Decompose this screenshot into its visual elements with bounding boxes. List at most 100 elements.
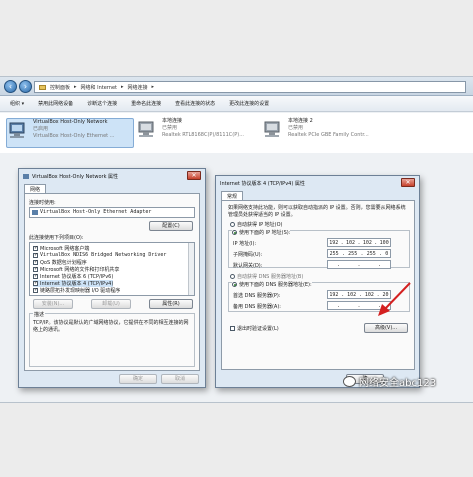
watermark: 网络安全abc123 [343, 374, 436, 389]
auto-ip-label: 自动获得 IP 地址(O) [237, 222, 283, 228]
description-title: 描述 [33, 311, 46, 318]
checkbox[interactable]: ✓ [33, 252, 38, 258]
disable-device-button[interactable]: 禁用此网络设备 [38, 100, 73, 107]
checkbox[interactable]: ✓ [33, 246, 38, 251]
dialog-title: Internet 协议版本 4 (TCP/IPv4) 属性 [220, 180, 305, 187]
preferred-dns-label: 首选 DNS 服务器(P): [233, 293, 281, 299]
octet: 255 [366, 250, 376, 257]
checkbox[interactable]: ✓ [33, 267, 38, 272]
octet: 102 [347, 291, 357, 298]
checkbox[interactable]: ✓ [33, 260, 38, 265]
wechat-icon [343, 376, 356, 387]
auto-dns-option[interactable]: 自动获得 DNS 服务器地址(B) [230, 273, 303, 280]
breadcrumb-control-panel[interactable]: 控制面板 [50, 84, 70, 91]
command-bar: 组织 ▾ 禁用此网络设备 诊断这个连接 重命名此连接 查看此连接的状态 更改此连… [0, 96, 473, 112]
connection-name: VirtualBox Host-Only Network [33, 119, 108, 125]
list-item[interactable]: ✓ 链路层拓扑发现映射器 I/O 驱动程序 [33, 287, 120, 294]
radio-button-selected[interactable] [232, 282, 237, 287]
change-settings-button[interactable]: 更改此连接的设置 [229, 100, 269, 107]
list-item[interactable]: ✓ Microsoft 网络的文件和打印机共享 [33, 266, 119, 273]
item-label: Microsoft 网络的文件和打印机共享 [40, 267, 120, 273]
octet: 100 [379, 239, 389, 246]
connections-list: VirtualBox Host-Only Network 已启用 Virtual… [0, 113, 473, 153]
octet: 192 [329, 291, 339, 298]
validate-label: 退出时验证设置(L) [237, 326, 279, 332]
list-scrollbar[interactable] [188, 243, 194, 295]
octet: 102 [362, 239, 372, 246]
connection-device: VirtualBox Host-Only Ethernet ... [33, 133, 115, 139]
connection-status: 已禁用 [288, 125, 304, 131]
list-item[interactable]: ✓ Microsoft 网络客户端 [33, 245, 89, 252]
folder-icon [39, 84, 46, 90]
address-field[interactable]: 控制面板 ▸ 网络和 Internet ▸ 网络连接 ▸ [34, 81, 466, 93]
item-label: VirtualBox NDIS6 Bridged Networking Driv… [40, 252, 167, 258]
properties-button[interactable]: 属性(R) [149, 299, 193, 309]
auto-dns-label: 自动获得 DNS 服务器地址(B) [237, 274, 304, 280]
connection-local-2[interactable]: 本地连接 2 已禁用 Realtek PCIe GBE Family Contr… [262, 118, 402, 148]
network-adapter-icon [9, 122, 25, 138]
octet: 255 [329, 250, 339, 257]
connection-virtualbox[interactable]: VirtualBox Host-Only Network 已启用 Virtual… [6, 118, 134, 148]
checkbox[interactable] [230, 326, 235, 331]
alternate-dns-label: 备用 DNS 服务器(A): [233, 304, 281, 310]
adapter-icon [32, 210, 38, 215]
rename-button[interactable]: 重命名此连接 [131, 100, 161, 107]
watermark-text: 网络安全abc123 [359, 378, 437, 389]
radio-button-selected[interactable] [232, 230, 237, 235]
subnet-mask-field[interactable]: 255. 255. 255. 0 [327, 249, 391, 258]
item-label: 链路层拓扑发现映射器 I/O 驱动程序 [40, 288, 121, 294]
gateway-field[interactable]: ... [327, 260, 391, 269]
configure-button[interactable]: 配置(C) [149, 221, 193, 231]
ok-button[interactable]: 确定 [119, 374, 157, 384]
radio-button[interactable] [230, 274, 235, 279]
manual-ip-label: 使用下面的 IP 地址(S): [239, 230, 291, 236]
network-tab-pane: 连接时使用: VirtualBox Host-Only Ethernet Ada… [24, 193, 200, 371]
breadcrumb-separator: ▸ [151, 84, 155, 90]
ip-address-field[interactable]: 192. 102. 102. 100 [327, 238, 391, 247]
adapter-name: VirtualBox Host-Only Ethernet Adapter [40, 209, 152, 215]
validate-on-exit-option[interactable]: 退出时验证设置(L) [230, 325, 279, 332]
item-label: Internet 协议版本 4 (TCP/IPv4) [40, 281, 114, 287]
connection-status: 已启用 [33, 126, 49, 132]
uninstall-button[interactable]: 卸载(U) [91, 299, 131, 309]
connection-device: Realtek PCIe GBE Family Contr... [288, 132, 369, 138]
manual-dns-option[interactable]: 使用下面的 DNS 服务器地址(E): [232, 281, 312, 288]
checkbox[interactable]: ✓ [33, 274, 38, 279]
address-bar: ‹ › 控制面板 ▸ 网络和 Internet ▸ 网络连接 ▸ [0, 77, 473, 96]
advanced-button[interactable]: 高级(V)... [364, 323, 408, 333]
install-button[interactable]: 安装(N)... [33, 299, 73, 309]
auto-ip-option[interactable]: 自动获得 IP 地址(O) [230, 221, 283, 228]
intro-text: 如果网络支持此功能，则可以获取自动指派的 IP 设置。否则，您需要从网络系统管理… [228, 205, 406, 218]
radio-button[interactable] [230, 222, 235, 227]
protocol-list[interactable]: ✓ Microsoft 网络客户端 ✓ VirtualBox NDIS6 Bridg… [29, 242, 195, 296]
item-label: Microsoft 网络客户端 [40, 246, 90, 252]
forward-arrow-icon[interactable]: › [19, 80, 32, 93]
breadcrumb-network-connections[interactable]: 网络连接 [128, 84, 148, 91]
breadcrumb-separator: ▸ [120, 84, 124, 90]
connection-local[interactable]: 本地连接 已禁用 Realtek RTL8168C(P)/8111C(P)... [136, 118, 260, 148]
item-label: Internet 协议版本 6 (TCP/IPv6) [40, 274, 114, 280]
manual-ip-option[interactable]: 使用下面的 IP 地址(S): [232, 229, 291, 236]
diagnose-button[interactable]: 诊断这个连接 [87, 100, 117, 107]
view-status-button[interactable]: 查看此连接的状态 [175, 100, 215, 107]
list-item[interactable]: ✓ Internet 协议版本 6 (TCP/IPv6) [33, 273, 113, 280]
ip-address-label: IP 地址(I): [233, 241, 257, 247]
breadcrumb-network-internet[interactable]: 网络和 Internet [81, 84, 117, 91]
list-item[interactable]: ✓ QoS 数据包计划程序 [33, 259, 87, 266]
checkbox[interactable]: ✓ [33, 281, 38, 286]
close-icon[interactable]: ✕ [401, 178, 415, 187]
connection-name: 本地连接 2 [288, 118, 313, 124]
checkbox[interactable]: ✓ [33, 288, 38, 293]
back-arrow-icon[interactable]: ‹ [4, 80, 17, 93]
octet: 192 [329, 239, 339, 246]
octet: 102 [346, 239, 356, 246]
organize-menu[interactable]: 组织 ▾ [10, 100, 24, 107]
list-item[interactable]: ✓ VirtualBox NDIS6 Bridged Networking Dri… [33, 252, 166, 258]
cancel-button[interactable]: 取消 [161, 374, 199, 384]
list-item-selected[interactable]: ✓ Internet 协议版本 4 (TCP/IPv4) [33, 280, 114, 287]
dialog-titlebar: VirtualBox Host-Only Network 属性 [19, 169, 205, 183]
connection-device: Realtek RTL8168C(P)/8111C(P)... [162, 132, 244, 138]
dialog-title: VirtualBox Host-Only Network 属性 [32, 173, 119, 180]
breadcrumb-separator: ▸ [74, 84, 77, 90]
close-icon[interactable]: ✕ [187, 171, 201, 180]
